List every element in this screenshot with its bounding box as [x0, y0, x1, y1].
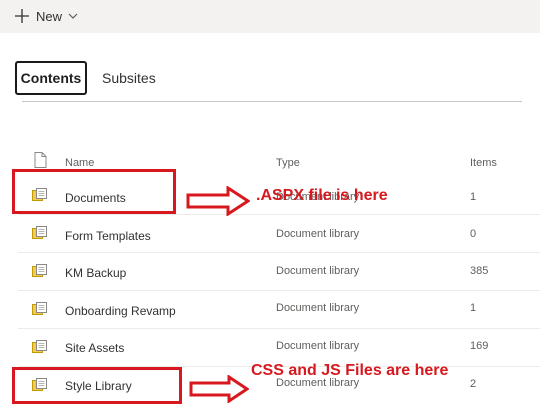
- tab-contents[interactable]: Contents: [15, 61, 87, 95]
- tab-divider: [22, 101, 522, 102]
- new-button-label: New: [36, 8, 63, 24]
- row-type: Document library: [276, 340, 360, 352]
- list-row[interactable]: Onboarding Revamp Document library 1: [18, 292, 540, 329]
- highlight-box-style-library: [12, 367, 182, 404]
- document-library-icon: [32, 264, 47, 277]
- list-row[interactable]: Form Templates Document library 0: [18, 216, 540, 253]
- row-name[interactable]: KM Backup: [65, 266, 126, 280]
- column-header-type[interactable]: Type: [276, 157, 300, 169]
- list-row[interactable]: KM Backup Document library 385: [18, 254, 540, 291]
- highlight-box-documents: [12, 169, 176, 214]
- row-items: 385: [470, 265, 489, 277]
- row-type: Document library: [276, 302, 360, 314]
- row-items: 1: [470, 302, 477, 314]
- row-name[interactable]: Onboarding Revamp: [65, 304, 176, 318]
- annotation-aspx: .ASPX file is here: [256, 187, 388, 204]
- annotation-css-js: CSS and JS Files are here: [251, 362, 449, 379]
- row-items: 0: [470, 228, 477, 240]
- document-library-icon: [32, 340, 47, 353]
- file-type-icon[interactable]: [34, 152, 47, 168]
- column-header-items[interactable]: Items: [470, 157, 497, 169]
- plus-icon: [15, 9, 29, 23]
- row-type: Document library: [276, 228, 360, 240]
- row-name[interactable]: Form Templates: [65, 229, 151, 243]
- tab-subsites[interactable]: Subsites: [102, 70, 156, 86]
- chevron-down-icon: [68, 13, 78, 19]
- document-library-icon: [32, 226, 47, 239]
- command-bar: New: [0, 0, 540, 33]
- document-library-icon: [32, 302, 47, 315]
- row-type: Document library: [276, 265, 360, 277]
- row-items: 2: [470, 378, 477, 390]
- arrow-right-icon: [186, 186, 250, 216]
- row-name[interactable]: Site Assets: [65, 341, 124, 355]
- arrow-right-icon: [189, 375, 249, 403]
- new-button[interactable]: New: [6, 4, 84, 28]
- row-items: 169: [470, 340, 489, 352]
- column-header-name[interactable]: Name: [65, 157, 94, 169]
- row-items: 1: [470, 191, 477, 203]
